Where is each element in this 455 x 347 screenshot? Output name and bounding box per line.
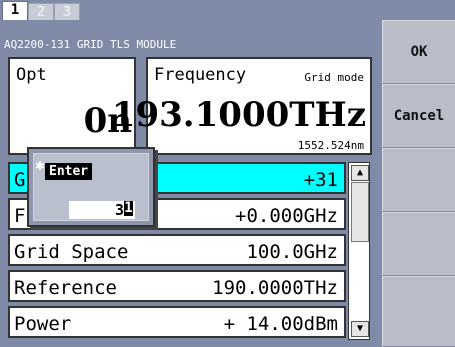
row-value: +0.000GHz: [235, 205, 338, 227]
row-value: 100.0GHz: [246, 241, 338, 263]
row-value: +31: [303, 169, 338, 191]
module-title: AQ2200-131 GRID TLS MODULE: [4, 38, 177, 51]
cancel-button[interactable]: Cancel: [382, 84, 455, 148]
frequency-label: Frequency: [154, 65, 247, 85]
row-label: Power: [14, 313, 72, 335]
row-reference[interactable]: Reference 190.0000THz: [8, 270, 346, 302]
soft-key-5[interactable]: [382, 276, 455, 347]
opt-label: Opt: [16, 65, 47, 85]
row-label: Reference: [14, 277, 117, 299]
enter-dialog[interactable]: ✱ Enter 31: [27, 147, 155, 227]
frequency-display[interactable]: Frequency Grid mode 193.1000THz 1552.524…: [112, 57, 372, 155]
enter-input-value: 3: [114, 201, 124, 219]
scrollbar[interactable]: ▲ ▼: [348, 162, 370, 340]
wavelength-value: 1552.524nm: [297, 139, 364, 152]
soft-key-3[interactable]: [382, 148, 455, 212]
ok-button[interactable]: OK: [382, 20, 455, 84]
row-grid-space[interactable]: Grid Space 100.0GHz: [8, 234, 346, 266]
cursor-star-icon: ✱: [35, 159, 46, 173]
scroll-thumb[interactable]: [351, 182, 369, 242]
tab-1[interactable]: 1: [2, 1, 28, 22]
row-value: 190.0000THz: [212, 277, 338, 299]
enter-input-field[interactable]: 31: [69, 201, 135, 219]
frequency-value: 193.1000THz: [111, 95, 366, 135]
row-value: + 14.00dBm: [223, 313, 338, 335]
row-label: F: [14, 205, 26, 227]
row-label: Grid Space: [14, 241, 129, 263]
scroll-down-arrow-icon[interactable]: ▼: [351, 321, 369, 337]
soft-key-4[interactable]: [382, 212, 455, 276]
row-power[interactable]: Power + 14.00dBm: [8, 306, 346, 338]
enter-dialog-title: Enter: [45, 163, 93, 180]
text-cursor: 1: [124, 200, 133, 216]
scroll-up-arrow-icon[interactable]: ▲: [351, 165, 369, 181]
side-button-panel: OK Cancel: [382, 20, 455, 347]
grid-mode-label: Grid mode: [304, 71, 364, 84]
